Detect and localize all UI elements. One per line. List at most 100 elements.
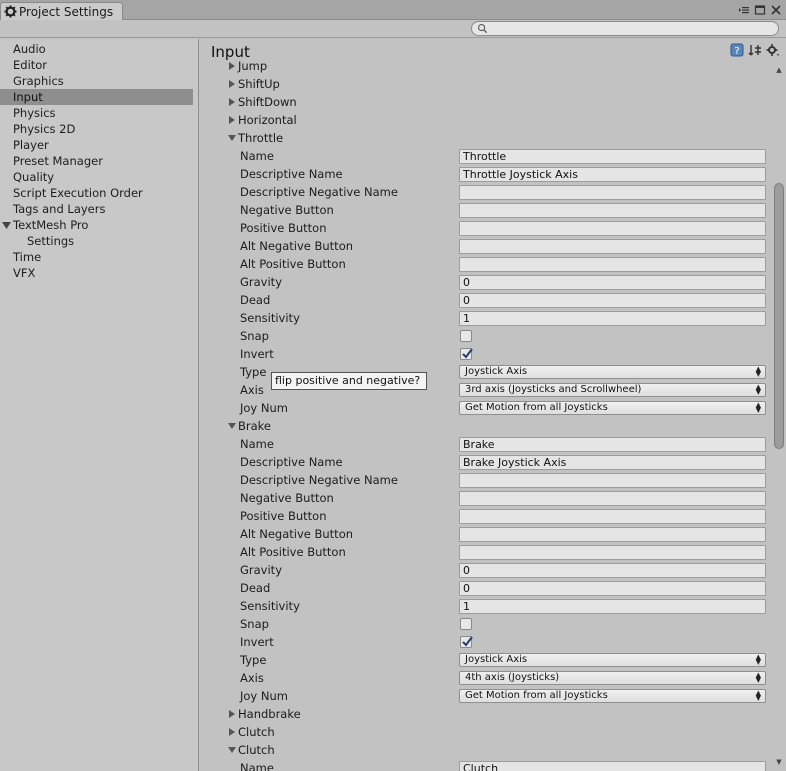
brake-axis-row: Axis 4th axis (Joysticks) ▲ ▼ (200, 669, 772, 687)
brake-descriptive-negative-name-field[interactable] (459, 473, 766, 488)
axis-foldout-shiftup[interactable]: ShiftUp (200, 75, 772, 93)
close-icon[interactable] (770, 4, 782, 16)
foldout-throttle[interactable]: Throttle (228, 131, 283, 145)
sidebar-item-audio[interactable]: Audio (0, 41, 193, 57)
throttle-alt-positive-button-field[interactable] (459, 257, 766, 272)
axis-foldout-jump[interactable]: Jump (200, 57, 772, 75)
foldout-shiftdown[interactable]: ShiftDown (228, 95, 297, 109)
throttle-sensitivity-field[interactable]: 1 (459, 311, 766, 326)
search-icon (478, 24, 488, 34)
clutch-name-field[interactable]: Clutch (459, 761, 766, 771)
brake-gravity-field[interactable]: 0 (459, 563, 766, 578)
dropdown-arrows-icon: ▲ ▼ (755, 689, 761, 702)
throttle-descriptive-name-row: Descriptive Name Throttle Joystick Axis (200, 165, 772, 183)
settings-gear-icon[interactable] (766, 43, 780, 57)
field-label: Invert (240, 635, 274, 649)
foldout-clutch[interactable]: Clutch (228, 743, 275, 757)
sidebar-item-editor[interactable]: Editor (0, 57, 193, 73)
foldout-clutch-collapsed[interactable]: Clutch (228, 725, 275, 739)
brake-dead-field[interactable]: 0 (459, 581, 766, 596)
menu-icon[interactable] (738, 4, 750, 16)
foldout-handbrake[interactable]: Handbrake (228, 707, 301, 721)
throttle-snap-checkbox[interactable] (460, 330, 472, 342)
tab-project-settings[interactable]: Project Settings (0, 2, 123, 21)
throttle-snap-row: Snap (200, 327, 772, 345)
brake-negative-button-field[interactable] (459, 491, 766, 506)
axis-foldout-handbrake[interactable]: Handbrake (200, 705, 772, 723)
throttle-name-row: Name Throttle (200, 147, 772, 165)
field-label: Gravity (240, 563, 283, 577)
throttle-axis-dropdown[interactable]: 3rd axis (Joysticks and Scrollwheel) ▲ ▼ (459, 383, 766, 397)
checkmark-icon (462, 636, 473, 647)
brake-axis-dropdown[interactable]: 4th axis (Joysticks) ▲ ▼ (459, 671, 766, 685)
sidebar-item-input[interactable]: Input (0, 89, 193, 105)
brake-snap-row: Snap (200, 615, 772, 633)
sidebar-item-textmesh-settings[interactable]: Settings (0, 233, 193, 249)
axis-foldout-brake[interactable]: Brake (200, 417, 772, 435)
throttle-joy-num-row: Joy Num Get Motion from all Joysticks ▲ ▼ (200, 399, 772, 417)
sidebar-item-vfx[interactable]: VFX (0, 265, 193, 281)
brake-name-field[interactable]: Brake (459, 437, 766, 452)
invert-tooltip: flip positive and negative? (271, 372, 427, 390)
brake-snap-checkbox[interactable] (460, 618, 472, 630)
brake-positive-button-row: Positive Button (200, 507, 772, 525)
throttle-positive-button-field[interactable] (459, 221, 766, 236)
preset-icon[interactable] (748, 43, 762, 57)
sidebar-item-physics[interactable]: Physics (0, 105, 193, 121)
maximize-icon[interactable] (754, 4, 766, 16)
throttle-invert-row: Invert (200, 345, 772, 363)
sidebar-item-time[interactable]: Time (0, 249, 193, 265)
brake-descriptive-name-field[interactable]: Brake Joystick Axis (459, 455, 766, 470)
throttle-invert-checkbox[interactable] (460, 348, 473, 360)
foldout-shiftup[interactable]: ShiftUp (228, 77, 280, 91)
sidebar-item-quality[interactable]: Quality (0, 169, 193, 185)
field-label: Name (240, 149, 274, 163)
expand-triangle-icon[interactable] (2, 221, 11, 230)
field-label: Axis (240, 383, 264, 397)
throttle-descriptive-name-field[interactable]: Throttle Joystick Axis (459, 167, 766, 182)
axis-foldout-horizontal[interactable]: Horizontal (200, 111, 772, 129)
scroll-up-icon[interactable]: ▲ (774, 65, 784, 75)
sidebar-item-preset-manager[interactable]: Preset Manager (0, 153, 193, 169)
throttle-gravity-field[interactable]: 0 (459, 275, 766, 290)
scroll-down-icon[interactable]: ▼ (774, 757, 784, 767)
brake-positive-button-field[interactable] (459, 509, 766, 524)
throttle-gravity-row: Gravity 0 (200, 273, 772, 291)
throttle-type-dropdown[interactable]: Joystick Axis ▲ ▼ (459, 365, 766, 379)
throttle-descriptive-negative-name-field[interactable] (459, 185, 766, 200)
brake-alt-negative-button-field[interactable] (459, 527, 766, 542)
brake-sensitivity-field[interactable]: 1 (459, 599, 766, 614)
brake-invert-checkbox[interactable] (460, 636, 473, 648)
foldout-horizontal[interactable]: Horizontal (228, 113, 297, 127)
brake-alt-positive-button-field[interactable] (459, 545, 766, 560)
settings-sidebar: Audio Editor Graphics Input Physics Phys… (0, 39, 199, 771)
vertical-scrollbar[interactable]: ▲ ▼ (772, 63, 786, 771)
axis-foldout-clutch[interactable]: Clutch (200, 741, 772, 759)
scrollbar-thumb[interactable] (774, 183, 784, 449)
window-titlebar: Project Settings (0, 0, 786, 21)
search-input[interactable] (471, 21, 779, 36)
axis-foldout-shiftdown[interactable]: ShiftDown (200, 93, 772, 111)
throttle-name-field[interactable]: Throttle (459, 149, 766, 164)
throttle-negative-button-field[interactable] (459, 203, 766, 218)
sidebar-item-player[interactable]: Player (0, 137, 193, 153)
brake-type-dropdown[interactable]: Joystick Axis ▲ ▼ (459, 653, 766, 667)
foldout-jump[interactable]: Jump (228, 59, 267, 73)
foldout-brake[interactable]: Brake (228, 419, 271, 433)
sidebar-item-tags-and-layers[interactable]: Tags and Layers (0, 201, 193, 217)
axis-foldout-clutch-collapsed[interactable]: Clutch (200, 723, 772, 741)
sidebar-item-physics-2d[interactable]: Physics 2D (0, 121, 193, 137)
throttle-dead-field[interactable]: 0 (459, 293, 766, 308)
dropdown-arrows-icon: ▲ ▼ (755, 365, 761, 378)
axis-foldout-throttle[interactable]: Throttle (200, 129, 772, 147)
throttle-joy-num-dropdown[interactable]: Get Motion from all Joysticks ▲ ▼ (459, 401, 766, 415)
field-label: Descriptive Negative Name (240, 185, 398, 199)
sidebar-item-textmesh-pro[interactable]: TextMesh Pro (0, 217, 193, 233)
collapsed-triangle-icon (229, 710, 235, 718)
sidebar-item-graphics[interactable]: Graphics (0, 73, 193, 89)
sidebar-item-script-execution-order[interactable]: Script Execution Order (0, 185, 193, 201)
brake-joy-num-dropdown[interactable]: Get Motion from all Joysticks ▲ ▼ (459, 689, 766, 703)
help-icon[interactable]: ? (730, 43, 744, 57)
throttle-alt-negative-button-field[interactable] (459, 239, 766, 254)
field-label: Alt Positive Button (240, 257, 346, 271)
